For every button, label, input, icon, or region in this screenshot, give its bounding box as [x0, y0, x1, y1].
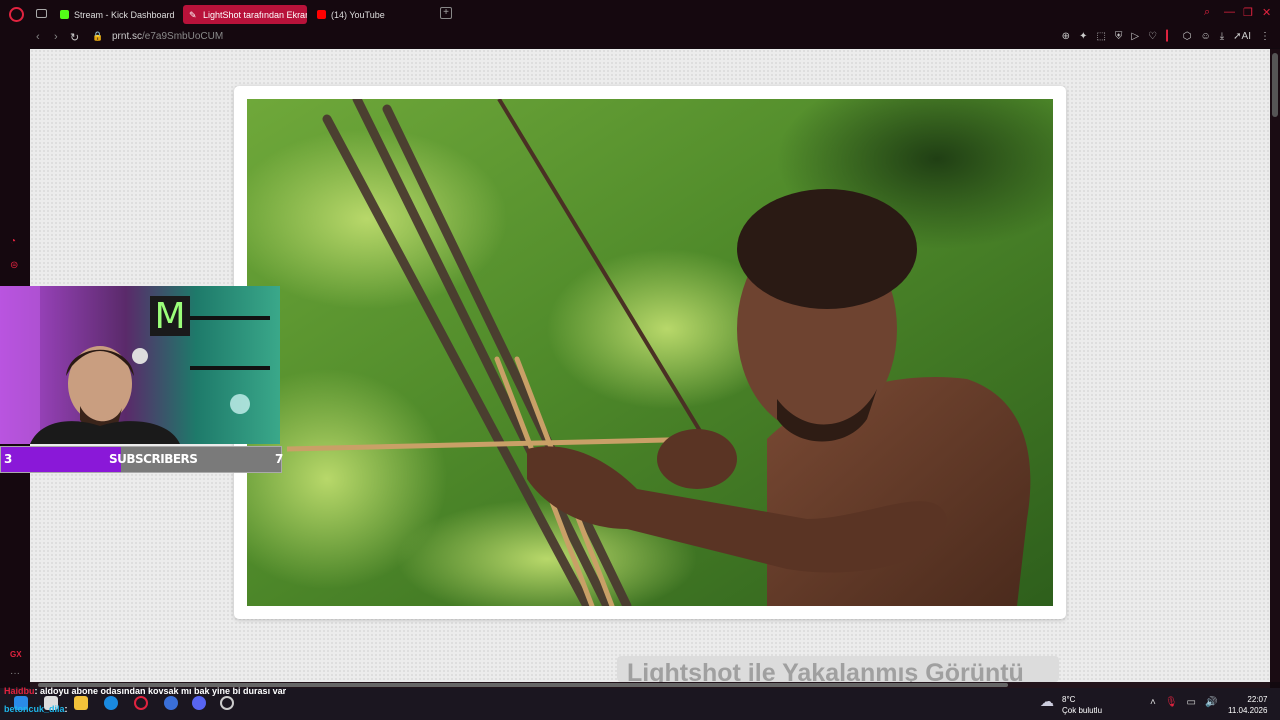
opera-gx-icon[interactable] [134, 696, 148, 710]
gx-label[interactable]: GX [10, 650, 22, 660]
gx-control-icon[interactable]: ⊜ [10, 260, 20, 271]
tab-label: LightShot tarafından Ekran [203, 9, 307, 20]
tab-label: Stream - Kick Dashboard [74, 9, 175, 20]
archer-photo [247, 99, 1053, 606]
forward-icon[interactable]: › [54, 31, 58, 43]
heart-icon[interactable]: ♡ [1148, 31, 1157, 42]
ai-button[interactable]: ➚AI [1233, 31, 1251, 42]
url-field[interactable]: prnt.sc/e7a9SmbUoCUM [112, 31, 223, 42]
play-icon[interactable]: ▷ [1131, 31, 1139, 42]
subscriber-goal-bar: 3 SUBSCRIBERS 7 [0, 446, 284, 473]
subscriber-title: SUBSCRIBERS [109, 452, 198, 466]
lock-icon: 🔒 [92, 31, 104, 41]
new-tab-button[interactable]: + [440, 7, 452, 19]
tab-youtube[interactable]: (14) YouTube [311, 5, 421, 24]
folder-icon[interactable] [74, 696, 88, 710]
svg-text:M: M [154, 296, 185, 337]
profile-icon[interactable]: ☺ [1201, 31, 1211, 42]
feather-icon: ✎ [189, 10, 197, 20]
subscriber-progress-fill [1, 447, 122, 472]
chat-message: betoncuk_dila: [4, 704, 68, 714]
display-icon[interactable]: ▭ [1187, 697, 1196, 708]
toolbar-icons: ⊕ ✦ ⬚ ⛨ ▷ ♡ ▎ ⬡ ☺ ⤓ ➚AI ⋮ [1062, 31, 1270, 42]
page-caption: Lightshot ile Yakalanmış Görüntü [617, 656, 1059, 682]
close-icon[interactable]: ✕ [1262, 6, 1271, 19]
webcam-overlay: M [0, 286, 280, 444]
speed-dial-icon[interactable]: ◔ [10, 236, 20, 247]
snapshot-icon[interactable]: ⬚ [1096, 31, 1105, 42]
subscriber-goal: 7 [275, 452, 284, 466]
search-icon[interactable]: ⌕ [1204, 6, 1210, 19]
chat-username: betoncuk_dila [4, 704, 65, 714]
weather-widget[interactable]: ☁ 8°C Çok bulutlu [1040, 694, 1103, 716]
scroll-thumb[interactable] [1272, 53, 1278, 117]
tab-label: (14) YouTube [331, 9, 385, 20]
tab-overview-icon[interactable] [36, 9, 47, 18]
ai-label: AI [1241, 31, 1251, 42]
chat-text: : aldoyu abone odasından kovsak mı bak y… [34, 686, 287, 696]
kick-favicon-icon [60, 10, 69, 19]
tab-kick-dashboard[interactable]: Stream - Kick Dashboard [54, 5, 178, 24]
tab-lightshot[interactable]: ✎ LightShot tarafından Ekran [183, 5, 307, 24]
chevron-up-icon[interactable]: ˄ [1150, 697, 1156, 708]
clock[interactable]: 22:07 11.04.2026 [1228, 694, 1267, 716]
back-icon[interactable]: ‹ [36, 31, 40, 43]
screenshot-image[interactable] [247, 99, 1053, 606]
maximize-icon[interactable]: ❐ [1243, 6, 1253, 19]
divider-icon: ▎ [1166, 31, 1174, 42]
system-tray: ˄ 🎙 ▭ 🔊 [1150, 697, 1217, 708]
download-icon[interactable]: ⤓ [1220, 31, 1224, 42]
address-bar: ‹ › ↻ 🔒 prnt.sc/e7a9SmbUoCUM ⊕ ✦ ⬚ ⛨ ▷ ♡… [0, 28, 1280, 48]
minimize-icon[interactable]: — [1224, 6, 1235, 18]
more-icon[interactable]: ··· [10, 668, 20, 679]
tab-bar: Stream - Kick Dashboard ✎ LightShot tara… [0, 0, 1280, 29]
chat-text: : [64, 704, 68, 714]
extensions-icon[interactable]: ⬡ [1183, 31, 1192, 42]
caption-text: Lightshot ile Yakalanmış Görüntü [627, 659, 1024, 682]
cloud-icon: ☁ [1040, 693, 1054, 709]
edge-icon[interactable] [104, 696, 118, 710]
steam-icon[interactable] [164, 696, 178, 710]
url-path: /e7a9SmbUoCUM [142, 31, 224, 42]
discord-icon[interactable] [192, 696, 206, 710]
webcam-feed: M [0, 286, 280, 444]
youtube-favicon-icon [317, 10, 326, 19]
vertical-scrollbar[interactable] [1270, 49, 1280, 682]
pin-icon[interactable]: ✦ [1079, 31, 1087, 42]
clock-time: 22:07 [1247, 695, 1268, 704]
menu-icon[interactable]: ⋮ [1260, 31, 1270, 42]
volume-icon[interactable]: 🔊 [1205, 697, 1217, 708]
obs-icon[interactable] [220, 696, 234, 710]
weather-desc: Çok bulutlu [1062, 706, 1103, 715]
mic-icon[interactable]: 🎙 [1165, 697, 1178, 708]
zoom-icon[interactable]: ⊕ [1062, 31, 1070, 42]
chat-message: Haidbu: aldoyu abone odasından kovsak mı… [4, 686, 286, 696]
clock-date: 11.04.2026 [1228, 706, 1268, 715]
url-domain: prnt.sc [112, 31, 143, 42]
shield-icon[interactable]: ⛨ [1115, 31, 1123, 42]
reload-icon[interactable]: ↻ [70, 31, 79, 44]
chat-username: Haidbu [4, 686, 35, 696]
weather-temp: 8°C [1062, 695, 1076, 704]
subscriber-current: 3 [4, 452, 13, 466]
opera-logo-icon[interactable] [9, 7, 24, 22]
